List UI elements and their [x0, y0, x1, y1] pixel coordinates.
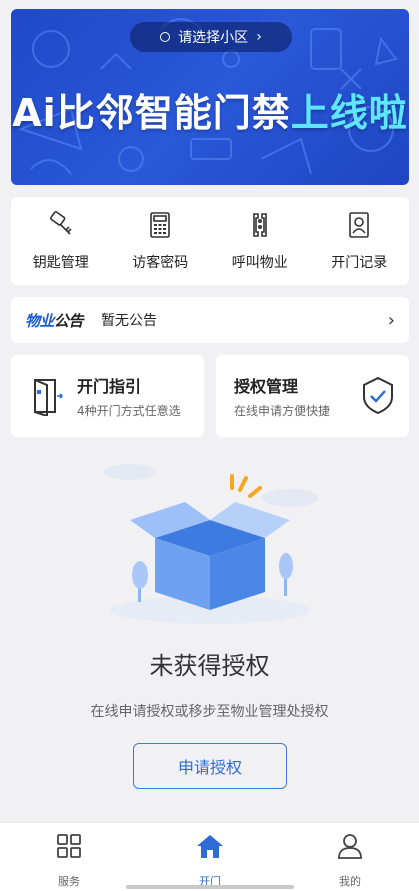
apply-authorization-button[interactable]: 申请授权 — [133, 743, 287, 789]
intercom-icon — [252, 213, 267, 237]
quick-action-call-property[interactable]: 呼叫物业 — [215, 210, 305, 272]
home-icon — [197, 835, 223, 858]
authorization-subtitle: 在线申请方便快捷 — [234, 404, 331, 418]
person-icon — [338, 834, 362, 859]
banner-title-main: Ai比邻智能门禁 — [12, 91, 291, 135]
empty-state-description: 在线申请授权或移步至物业管理处授权 — [90, 704, 329, 720]
tab-label: 服务 — [58, 875, 80, 888]
community-selector-label: 请选择小区 — [178, 30, 249, 46]
banner-title: Ai比邻智能门禁上线啦 — [11, 82, 409, 137]
authorization-title: 授权管理 — [234, 377, 299, 396]
key-icon — [49, 211, 72, 235]
promo-banner[interactable]: 请选择小区 › Ai比邻智能门禁上线啦 — [11, 9, 409, 185]
notice-tag: 物业公告 — [25, 310, 84, 331]
location-dot-icon — [160, 32, 171, 42]
tab-open-door[interactable]: 开门 — [170, 833, 250, 889]
record-icon — [349, 212, 370, 238]
empty-state-title: 未获得授权 — [149, 652, 270, 680]
chevron-right-icon: › — [387, 309, 395, 331]
quick-action-label: 呼叫物业 — [231, 255, 288, 271]
tab-services[interactable]: 服务 — [29, 833, 109, 889]
chevron-right-icon: › — [256, 29, 262, 45]
notice-tag-blue: 物业 — [25, 311, 55, 330]
quick-action-visitor-password[interactable]: 访客密码 — [115, 210, 205, 272]
quick-actions-panel: 钥匙管理 访客密码 呼叫物业 开门记录 — [11, 197, 409, 285]
grid-icon — [57, 834, 81, 858]
notice-tag-dark: 公告 — [54, 311, 84, 330]
quick-action-label: 开门记录 — [331, 255, 388, 271]
empty-box-illustration — [104, 464, 318, 624]
community-selector[interactable]: 请选择小区 › — [130, 22, 292, 52]
banner-title-highlight: 上线啦 — [290, 91, 408, 135]
keypad-icon — [150, 212, 171, 238]
home-indicator — [126, 885, 294, 889]
property-notice-bar[interactable]: 物业公告 暂无公告 › — [11, 297, 409, 343]
shield-check-icon — [363, 376, 393, 415]
quick-action-key-management[interactable]: 钥匙管理 — [16, 210, 106, 272]
tab-profile[interactable]: 我的 — [310, 833, 390, 889]
door-guide-card[interactable]: 开门指引 4种开门方式任意选 — [11, 355, 204, 437]
tab-label: 我的 — [339, 875, 361, 888]
door-guide-title: 开门指引 — [77, 377, 142, 396]
notice-text: 暂无公告 — [101, 313, 158, 329]
quick-action-label: 访客密码 — [132, 255, 189, 271]
quick-action-open-records[interactable]: 开门记录 — [314, 210, 404, 272]
bottom-tab-bar: 服务 开门 我的 — [0, 822, 419, 891]
door-guide-subtitle: 4种开门方式任意选 — [77, 404, 181, 418]
door-icon — [34, 379, 64, 416]
authorization-management-card[interactable]: 授权管理 在线申请方便快捷 — [216, 355, 409, 437]
quick-action-label: 钥匙管理 — [32, 255, 89, 271]
